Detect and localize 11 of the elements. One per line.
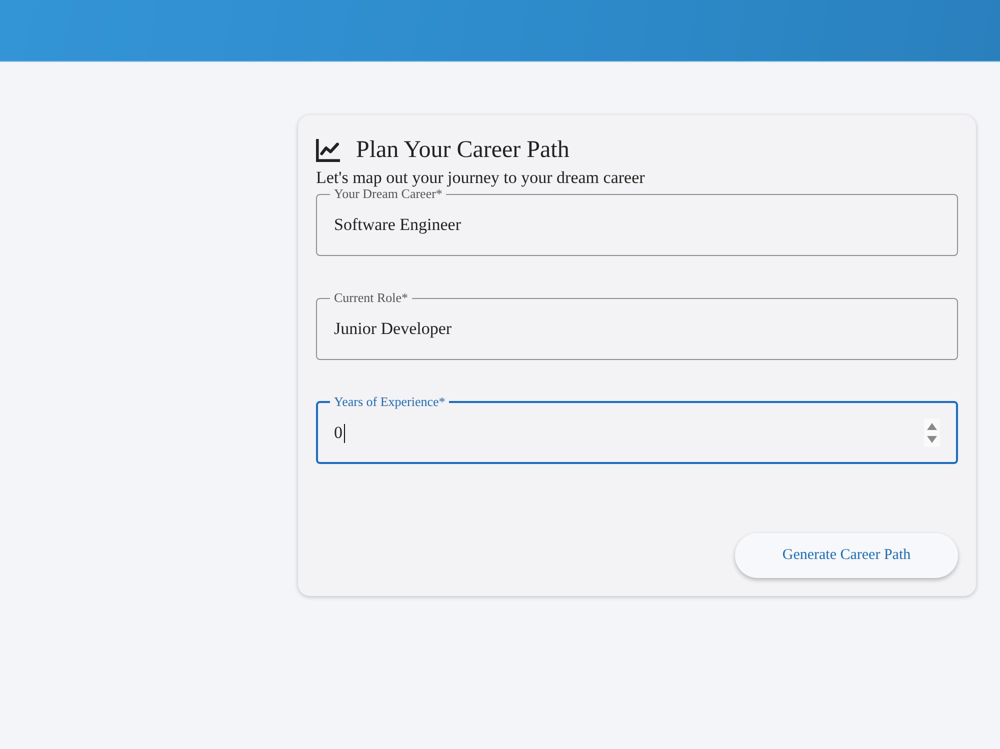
- field-label: Years of Experience*: [333, 395, 446, 409]
- card-title: Plan Your Career Path: [356, 136, 570, 165]
- number-field[interactable]: Years of Experience* 0: [316, 395, 958, 464]
- text-field[interactable]: Current Role* Junior Developer: [316, 291, 958, 360]
- text-field[interactable]: Your Dream Career* Software Engineer: [316, 187, 958, 256]
- field-label: Current Role*: [333, 291, 410, 305]
- generate-button[interactable]: Generate Career Path: [735, 533, 958, 578]
- line-chart-icon: [316, 138, 340, 162]
- stepper-arrows-icon[interactable]: [924, 419, 940, 447]
- field-label: Your Dream Career*: [333, 187, 442, 201]
- card-subtitle: Let's map out your journey to your dream career: [316, 168, 646, 187]
